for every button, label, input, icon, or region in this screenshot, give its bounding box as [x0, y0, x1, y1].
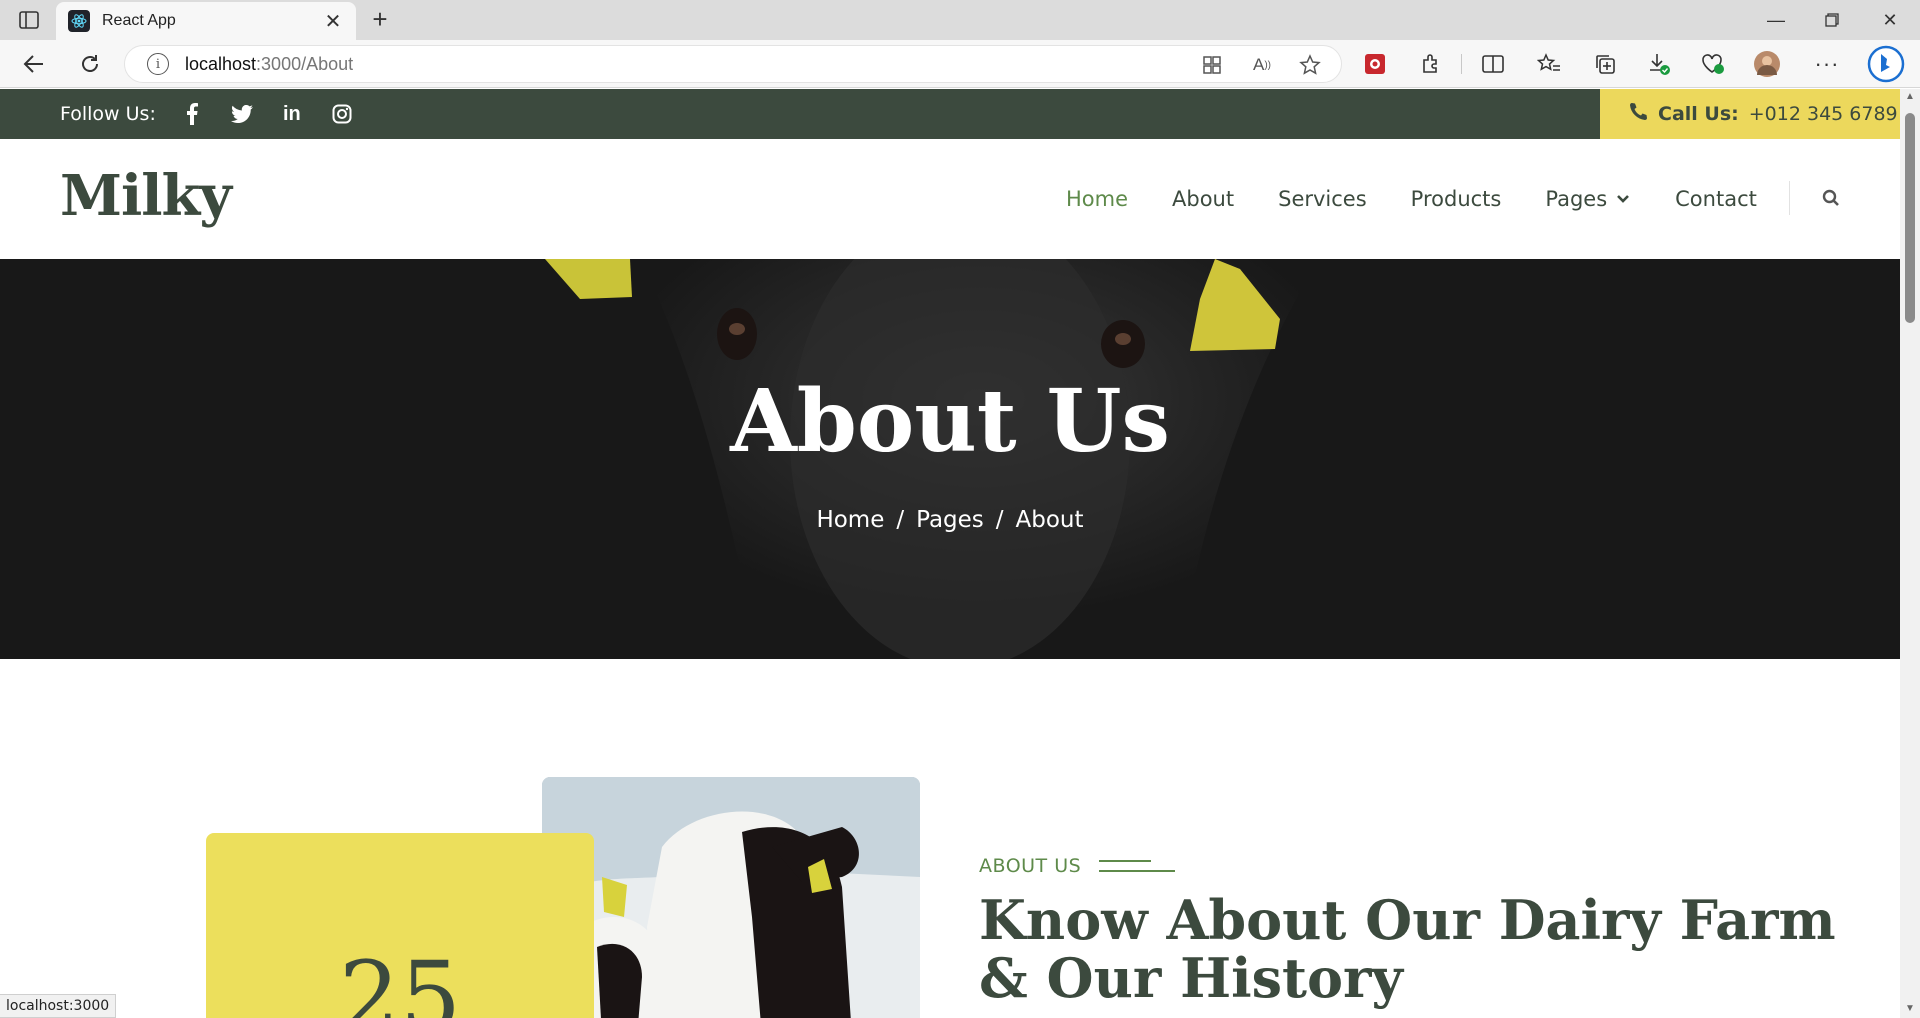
restore-icon[interactable] — [1804, 0, 1860, 40]
favorites-icon[interactable] — [1534, 50, 1564, 78]
extension-red-icon[interactable] — [1360, 50, 1390, 78]
read-aloud-icon[interactable]: A)) — [1249, 52, 1275, 78]
address-host: localhost — [185, 53, 257, 74]
search-icon[interactable] — [1818, 185, 1844, 211]
minimize-icon[interactable]: — — [1748, 0, 1804, 40]
call-us-box: Call Us: +012 345 6789 — [1600, 89, 1900, 139]
twitter-icon[interactable] — [228, 100, 256, 128]
phone-number[interactable]: +012 345 6789 — [1749, 103, 1898, 125]
nav-contact[interactable]: Contact — [1675, 187, 1757, 211]
breadcrumb-home[interactable]: Home — [816, 507, 884, 533]
breadcrumb-separator: / — [896, 507, 905, 533]
cow-photo — [542, 777, 920, 1018]
scroll-thumb[interactable] — [1905, 113, 1915, 323]
nav-products[interactable]: Products — [1411, 187, 1502, 211]
browser-toolbar: i localhost:3000/About A)) ··· — [0, 40, 1920, 88]
main-menu: Home About Services Products Pages Conta… — [1066, 139, 1801, 259]
back-arrow-icon[interactable] — [18, 48, 50, 80]
site-logo[interactable]: Milky — [60, 163, 232, 229]
status-bar-url: localhost:3000 — [0, 994, 117, 1018]
page-title: About Us — [730, 371, 1170, 472]
split-screen-icon[interactable] — [1478, 50, 1508, 78]
linkedin-icon[interactable]: in — [278, 100, 306, 128]
breadcrumb: Home / Pages / About — [0, 507, 1900, 533]
about-heading: Know About Our Dairy Farm & Our History — [979, 888, 1836, 1010]
label-decoration — [1099, 860, 1176, 872]
about-us-label: ABOUT US — [979, 855, 1082, 877]
facebook-icon[interactable] — [178, 100, 206, 128]
phone-icon — [1628, 102, 1648, 127]
chevron-down-icon — [1617, 195, 1630, 203]
breadcrumb-pages[interactable]: Pages — [916, 507, 984, 533]
extensions-puzzle-icon[interactable] — [1416, 50, 1446, 78]
breadcrumb-separator: / — [995, 507, 1004, 533]
browser-tab-bar: React App ✕ + — ✕ — [0, 0, 1920, 40]
app-available-icon[interactable] — [1199, 52, 1225, 78]
years-experience-card: 25 — [206, 833, 594, 1018]
performance-heart-icon[interactable] — [1698, 50, 1728, 78]
menu-divider — [1789, 181, 1790, 215]
instagram-icon[interactable] — [328, 100, 356, 128]
section-label: ABOUT US — [979, 855, 1176, 877]
collections-icon[interactable] — [1590, 50, 1620, 78]
tab-actions-icon[interactable] — [16, 8, 42, 32]
call-us-label: Call Us: — [1658, 103, 1739, 125]
nav-home[interactable]: Home — [1066, 187, 1128, 211]
years-number: 25 — [338, 941, 462, 1018]
react-logo-icon — [68, 10, 90, 32]
nav-pages-label: Pages — [1545, 187, 1608, 211]
nav-about[interactable]: About — [1172, 187, 1234, 211]
scroll-down-icon[interactable]: ▼ — [1904, 1003, 1916, 1015]
page-scrollbar[interactable]: ▲ ▼ — [1900, 89, 1920, 1018]
main-navbar: Milky Home About Services Products Pages… — [0, 139, 1900, 259]
refresh-icon[interactable] — [74, 48, 106, 80]
site-info-icon[interactable]: i — [147, 53, 169, 75]
browser-tab-active[interactable]: React App ✕ — [56, 2, 356, 40]
close-tab-icon[interactable]: ✕ — [322, 9, 344, 34]
new-tab-icon[interactable]: + — [366, 6, 394, 34]
bing-copilot-icon[interactable] — [1866, 44, 1906, 84]
page-header-hero: About Us Home / Pages / About — [0, 259, 1900, 659]
favorite-star-icon[interactable] — [1297, 52, 1323, 78]
profile-avatar-icon[interactable] — [1752, 50, 1782, 78]
about-section: 25 ABOUT US Know About Our Dairy Farm & … — [0, 659, 1900, 1018]
breadcrumb-current: About — [1015, 507, 1084, 533]
nav-services[interactable]: Services — [1278, 187, 1367, 211]
close-window-icon[interactable]: ✕ — [1862, 0, 1918, 40]
nav-pages-dropdown[interactable]: Pages — [1545, 187, 1631, 211]
more-options-icon[interactable]: ··· — [1812, 50, 1842, 78]
top-info-bar: Follow Us: in Call Us: +012 345 6789 — [0, 89, 1900, 139]
address-bar[interactable]: i localhost:3000/About A)) — [124, 45, 1342, 83]
webpage: Follow Us: in Call Us: +012 345 6789 Mil… — [0, 89, 1900, 1018]
address-path: :3000/About — [256, 53, 354, 74]
tab-title: React App — [102, 12, 176, 29]
scroll-up-icon[interactable]: ▲ — [1904, 91, 1916, 103]
follow-us-label: Follow Us: — [60, 103, 156, 125]
downloads-icon[interactable] — [1644, 50, 1674, 78]
follow-us: Follow Us: in — [60, 89, 378, 139]
